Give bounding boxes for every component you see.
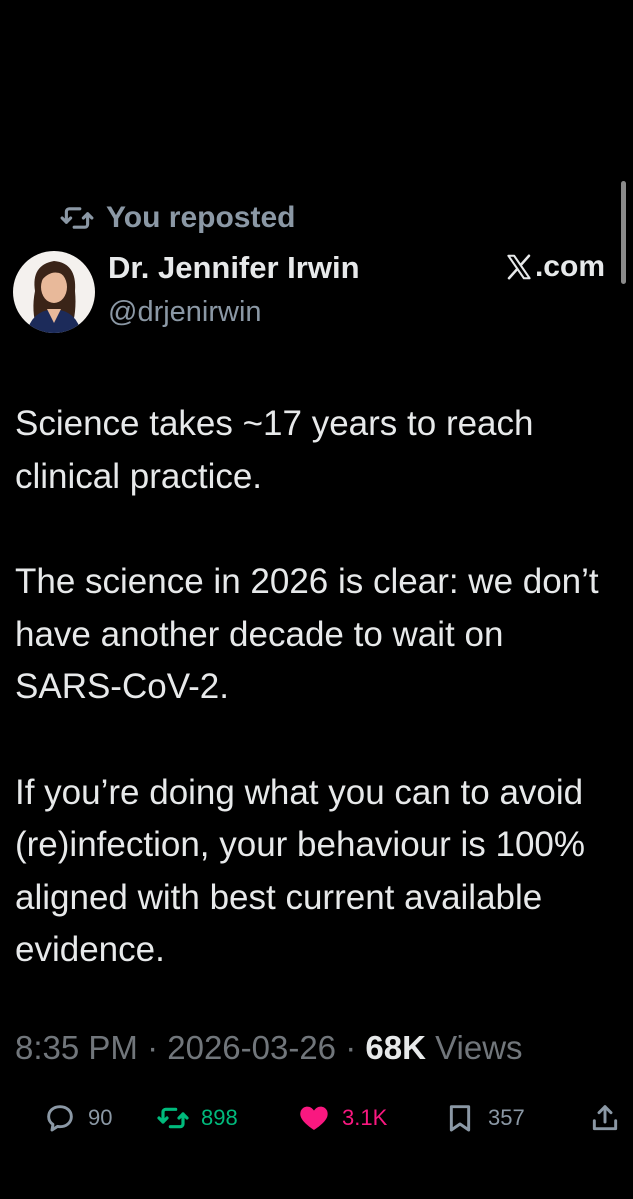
tweet-paragraph: Science takes ~17 years to reach clinica… — [15, 404, 534, 496]
tweet-text: Science takes ~17 years to reach clinica… — [15, 398, 620, 1030]
repost-indicator: You reposted — [60, 198, 295, 238]
author-name[interactable]: Dr. Jennifer Irwin — [108, 250, 360, 286]
brand-text: .com — [534, 250, 605, 283]
repost-count: 898 — [201, 1105, 238, 1130]
repost-button[interactable]: 898 — [157, 1096, 238, 1140]
heart-icon — [300, 1106, 328, 1130]
share-icon — [592, 1105, 618, 1131]
scrollbar[interactable] — [621, 181, 626, 284]
views-label: Views — [425, 1029, 523, 1066]
share-button[interactable] — [589, 1096, 621, 1140]
bookmark-button[interactable]: 357 — [444, 1096, 525, 1140]
x-logo-icon — [507, 254, 531, 280]
tweet-paragraph: The science in 2026 is clear: we don’t h… — [15, 562, 599, 706]
bookmark-count: 357 — [488, 1105, 525, 1130]
meta-separator: · — [137, 1029, 168, 1066]
author-handle[interactable]: @drjenirwin — [108, 296, 262, 329]
repost-label: You reposted — [106, 201, 296, 234]
tweet-meta: 8:35 PM · 2026-03-26 · 68K Views — [15, 1029, 523, 1067]
tweet-date[interactable]: 2026-03-26 — [167, 1029, 336, 1066]
like-button[interactable]: 3.1K — [298, 1096, 387, 1140]
reply-icon — [47, 1105, 73, 1132]
meta-separator: · — [336, 1029, 366, 1066]
repost-icon — [157, 1107, 189, 1129]
brand-watermark: .com — [504, 250, 605, 284]
tweet-time[interactable]: 8:35 PM — [15, 1029, 138, 1066]
views-count[interactable]: 68K — [365, 1029, 426, 1066]
avatar[interactable] — [13, 251, 95, 333]
action-bar: 90 898 3.1K 357 — [0, 1096, 633, 1140]
repost-icon — [60, 207, 94, 229]
reply-count: 90 — [88, 1105, 113, 1130]
reply-button[interactable]: 90 — [44, 1096, 112, 1140]
tweet-paragraph: If you’re doing what you can to avoid (r… — [15, 772, 586, 970]
bookmark-icon — [449, 1105, 471, 1132]
like-count: 3.1K — [342, 1105, 388, 1130]
